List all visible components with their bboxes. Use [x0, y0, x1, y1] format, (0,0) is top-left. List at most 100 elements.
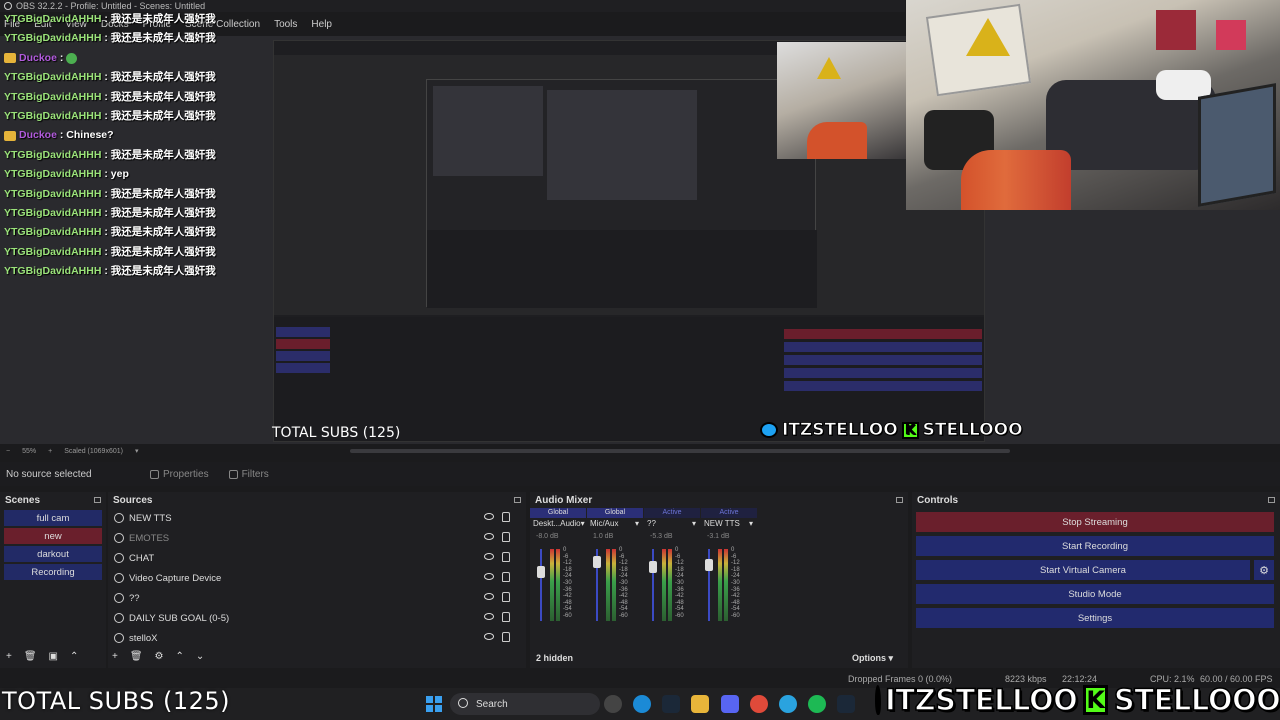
- channel-name-label: NEW TTS: [704, 519, 740, 528]
- hidden-count[interactable]: 2 hidden: [536, 653, 573, 663]
- mixer-channel-name[interactable]: NEW TTS ▾: [701, 519, 757, 531]
- source-row[interactable]: Video Capture Device: [108, 568, 526, 588]
- file-explorer-icon[interactable]: [691, 695, 709, 713]
- lock-icon[interactable]: [502, 612, 510, 622]
- remove-scene-icon[interactable]: 🗑: [24, 651, 37, 662]
- scene-list: full cam new darkout Recording: [0, 510, 106, 580]
- preview-scrollbar[interactable]: [350, 449, 1010, 453]
- meter-tick-label: -6: [619, 553, 625, 560]
- chat-message: YTGBigDavidAHHH : 我还是未成年人强奸我: [4, 68, 274, 87]
- taskbar-search[interactable]: Search: [450, 693, 600, 715]
- chat-badge-icon: [4, 53, 16, 64]
- chat-message: YTGBigDavidAHHH : 我还是未成年人强奸我: [4, 146, 274, 165]
- visibility-eye-icon[interactable]: [484, 553, 494, 560]
- source-row[interactable]: EMOTES: [108, 528, 526, 548]
- mixer-options-button[interactable]: Options ▾: [852, 653, 893, 664]
- remove-source-icon[interactable]: 🗑: [130, 651, 143, 662]
- zoom-in-button[interactable]: +: [48, 448, 52, 455]
- source-settings-icon[interactable]: ⚙: [155, 651, 164, 662]
- filters-button[interactable]: Filters: [219, 469, 279, 480]
- scene-item[interactable]: Recording: [4, 564, 102, 580]
- source-row[interactable]: DAILY SUB GOAL (0-5): [108, 608, 526, 628]
- undock-icon[interactable]: [514, 497, 521, 503]
- meter-tick-label: 0: [619, 547, 623, 553]
- mixer-channel-name[interactable]: Mic/Aux ▾: [587, 519, 643, 531]
- chevron-down-icon[interactable]: ▾: [581, 519, 585, 531]
- volume-fader[interactable]: [540, 549, 542, 621]
- obs-app-icon[interactable]: [604, 695, 622, 713]
- edge-icon[interactable]: [633, 695, 651, 713]
- chrome-icon[interactable]: [750, 695, 768, 713]
- lock-icon[interactable]: [502, 632, 510, 642]
- visibility-eye-icon[interactable]: [484, 613, 494, 620]
- fader-knob[interactable]: [593, 556, 601, 569]
- chevron-down-icon[interactable]: ▾: [749, 519, 753, 531]
- move-up-icon[interactable]: ⌃: [70, 651, 78, 662]
- chevron-down-icon[interactable]: ▾: [635, 519, 639, 531]
- source-row[interactable]: stelloX: [108, 628, 526, 648]
- mixer-db-values: -8.0 dB 1.0 dB -5.3 dB -3.1 dB: [530, 533, 908, 545]
- obs-window: OBS 32.2.2 - Profile: Untitled - Scenes:…: [0, 0, 1280, 720]
- move-up-icon[interactable]: ⌃: [176, 651, 184, 662]
- chat-separator: :: [101, 13, 111, 25]
- fader-knob[interactable]: [705, 558, 713, 571]
- gear-icon: [150, 469, 159, 479]
- fader-knob[interactable]: [649, 561, 657, 573]
- chevron-down-icon[interactable]: ▾: [692, 519, 696, 531]
- undock-icon[interactable]: [1268, 497, 1275, 503]
- visibility-eye-icon[interactable]: [484, 533, 494, 540]
- scene-item[interactable]: new: [4, 528, 102, 544]
- settings-button[interactable]: Settings: [916, 608, 1274, 628]
- scene-item[interactable]: full cam: [4, 510, 102, 526]
- source-row[interactable]: ??: [108, 588, 526, 608]
- telegram-icon[interactable]: [779, 695, 797, 713]
- scale-select[interactable]: Scaled (1069x601): [64, 448, 123, 455]
- wall-frame-shape: [1156, 10, 1196, 50]
- visibility-eye-icon[interactable]: [484, 573, 494, 580]
- virtual-camera-settings-gear-icon[interactable]: ⚙: [1254, 560, 1274, 580]
- scene-item[interactable]: darkout: [4, 546, 102, 562]
- steam-icon[interactable]: [662, 695, 680, 713]
- chat-username: Duckoe: [19, 129, 57, 142]
- lock-icon[interactable]: [502, 592, 510, 602]
- start-recording-button[interactable]: Start Recording: [916, 536, 1274, 556]
- stop-streaming-button[interactable]: Stop Streaming: [916, 512, 1274, 532]
- lock-icon[interactable]: [502, 552, 510, 562]
- source-row[interactable]: CHAT: [108, 548, 526, 568]
- menu-tools[interactable]: Tools: [274, 19, 297, 30]
- lock-icon[interactable]: [502, 532, 510, 542]
- visibility-eye-icon[interactable]: [484, 513, 494, 520]
- volume-fader[interactable]: [652, 549, 654, 621]
- emote-icon: [66, 52, 78, 64]
- chevron-down-icon[interactable]: ▾: [135, 447, 139, 455]
- menu-help[interactable]: Help: [311, 19, 332, 30]
- undock-icon[interactable]: [94, 497, 101, 503]
- visibility-eye-icon[interactable]: [484, 593, 494, 600]
- lock-icon[interactable]: [502, 572, 510, 582]
- move-down-icon[interactable]: ⌄: [196, 651, 204, 662]
- twitter-bird-icon: [760, 422, 778, 438]
- subs-counter: TOTAL SUBS (125): [2, 687, 231, 715]
- undock-icon[interactable]: [896, 497, 903, 503]
- properties-button[interactable]: Properties: [140, 469, 219, 480]
- start-virtual-camera-button[interactable]: Start Virtual Camera: [916, 560, 1250, 580]
- lock-icon[interactable]: [502, 512, 510, 522]
- meter-tick-label: -36: [675, 586, 684, 593]
- add-scene-icon[interactable]: +: [6, 651, 12, 662]
- spotify-icon[interactable]: [808, 695, 826, 713]
- windows-start-icon[interactable]: [426, 696, 442, 712]
- add-source-icon[interactable]: +: [112, 651, 118, 662]
- discord-icon[interactable]: [721, 695, 739, 713]
- mixer-headers: Global Global Active Active: [530, 508, 908, 518]
- visibility-eye-icon[interactable]: [484, 633, 494, 640]
- scene-filters-icon[interactable]: ▣: [49, 651, 58, 662]
- zoom-out-button[interactable]: −: [6, 448, 10, 455]
- mixer-channel-name[interactable]: Deskt...Audio ▾: [530, 519, 586, 531]
- controls-dock: Controls Stop Streaming Start Recording …: [912, 492, 1280, 668]
- mixer-channel-name[interactable]: ?? ▾: [644, 519, 700, 531]
- source-row[interactable]: NEW TTS: [108, 508, 526, 528]
- fader-knob[interactable]: [537, 565, 545, 578]
- studio-mode-button[interactable]: Studio Mode: [916, 584, 1274, 604]
- browser-icon: [114, 613, 124, 623]
- steam-icon[interactable]: [837, 695, 855, 713]
